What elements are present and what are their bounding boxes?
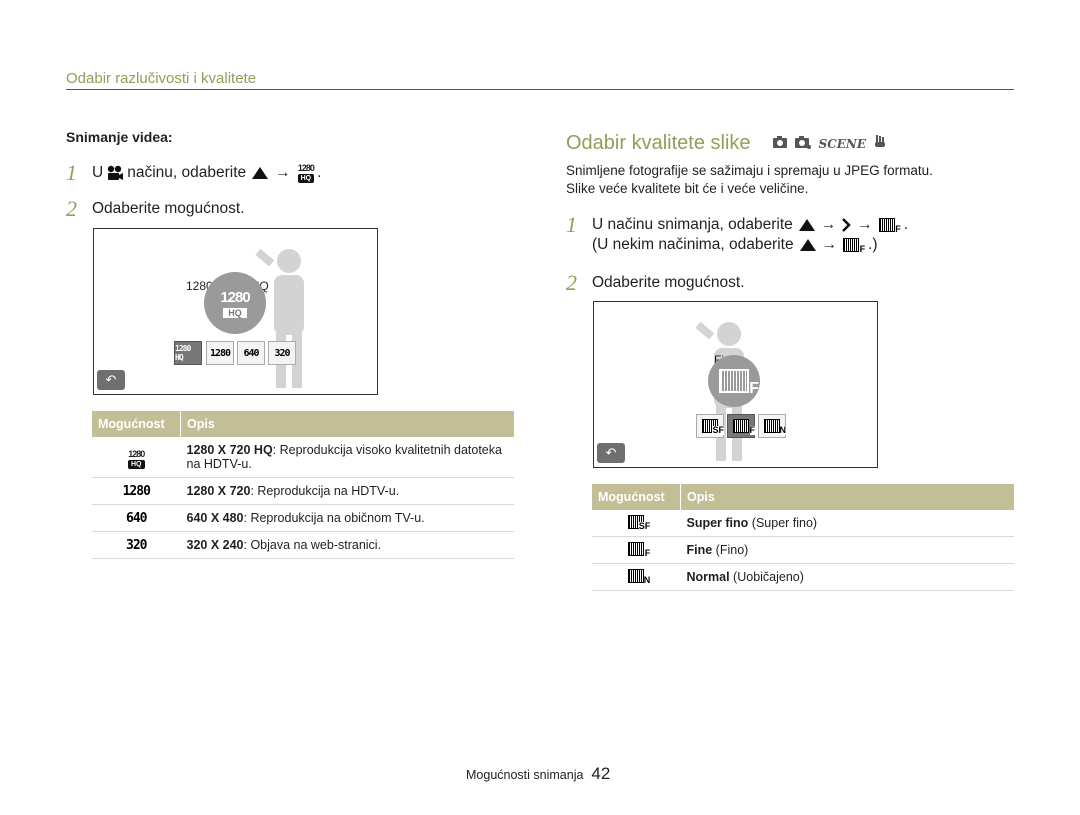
- table-row: 1280 1280 X 720: Reprodukcija na HDTV-u.: [92, 477, 514, 505]
- step-end: .: [903, 216, 909, 233]
- tile-1280[interactable]: 1280: [206, 341, 234, 365]
- up-triangle-icon: [252, 167, 269, 179]
- step-end: .: [317, 164, 322, 181]
- tile-super-fine[interactable]: SF: [696, 414, 724, 438]
- quality-super-fine-icon: SF: [592, 510, 681, 537]
- row-description: 1280 X 720 HQ: Reprodukcija visoko kvali…: [180, 437, 514, 478]
- intro-text: Snimljene fotografije se sažimaju i spre…: [566, 162, 933, 198]
- big-letter: F: [749, 380, 759, 397]
- selected-quality-circle: F: [708, 355, 760, 407]
- arrow: →: [275, 164, 291, 181]
- step-text-mid: načinu, odaberite: [127, 164, 247, 181]
- row-description: 640 X 480: Reprodukcija na običnom TV-u.: [180, 504, 514, 532]
- page-number: 42: [591, 764, 611, 783]
- step-1-photo: 1 U načinu snimanja, odaberite → → F .: [566, 212, 908, 238]
- page-footer: Mogućnosti snimanja 42: [466, 764, 610, 784]
- step-text: Odaberite mogućnost.: [592, 274, 745, 291]
- camera-screen-video: 1280 X 720 HQ 1280 HQ 1280 HQ 1280 640 3…: [93, 228, 378, 395]
- col-header-description: Opis: [180, 411, 514, 437]
- big-icon-top: 1280: [220, 288, 250, 306]
- step-text-pre: U: [92, 164, 104, 181]
- resolution-table: Mogućnost Opis 1280 HQ 1280 X 720 HQ: Rep…: [92, 411, 514, 559]
- row-description: Fine (Fino): [680, 536, 1014, 564]
- quality-table: Mogućnost Opis SF Super fino (Super fino…: [592, 484, 1014, 591]
- resolution-320-icon: 320: [92, 531, 181, 559]
- step-number: 1: [566, 212, 577, 237]
- header-rule: [66, 89, 1014, 90]
- step-text: (U nekim načinima, odaberite: [592, 236, 794, 253]
- big-icon-bottom: HQ: [223, 307, 247, 318]
- up-triangle-icon: [798, 219, 815, 231]
- tile-1280hq[interactable]: 1280 HQ: [174, 341, 202, 365]
- step-number: 2: [566, 270, 577, 295]
- selected-resolution-circle: 1280 HQ: [204, 272, 266, 334]
- table-row: F Fine (Fino): [592, 536, 1014, 564]
- col-header-description: Opis: [680, 484, 1014, 510]
- chevron-right-icon: [842, 218, 852, 232]
- tile-640[interactable]: 640: [237, 341, 265, 365]
- footer-section: Mogućnosti snimanja: [466, 768, 584, 782]
- figure-silhouette-icon: [255, 248, 304, 388]
- quality-fine-icon: F: [878, 218, 901, 234]
- scene-mode-icon: SCENE: [818, 136, 867, 151]
- table-row: SF Super fino (Super fino): [592, 510, 1014, 537]
- row-description: Super fino (Super fino): [680, 510, 1014, 537]
- video-mode-icon: [106, 165, 124, 181]
- step-text: U načinu snimanja, odaberite: [592, 216, 793, 233]
- table-row: N Normal (Uobičajeno): [592, 563, 1014, 591]
- table-row: 640 640 X 480: Reprodukcija na običnom T…: [92, 504, 514, 532]
- step-number: 2: [66, 196, 77, 221]
- tile-normal[interactable]: N: [758, 414, 786, 438]
- step-2-video: 2 Odaberite mogućnost.: [66, 196, 245, 222]
- camera-icon: [772, 136, 787, 151]
- intro-line-2: Slike veće kvalitete bit će i veće velič…: [566, 181, 809, 196]
- arrow: →: [820, 216, 837, 233]
- row-description: 1280 X 720: Reprodukcija na HDTV-u.: [180, 477, 514, 505]
- arrow: →: [857, 216, 873, 233]
- tile-fine[interactable]: F: [727, 414, 755, 438]
- step-1-video: 1 U načinu, odaberite → 1280 HQ .: [66, 160, 321, 186]
- step-1b-photo: (U nekim načinima, odaberite → F .): [592, 236, 878, 254]
- resolution-1280hq-icon: 1280 HQ: [297, 162, 315, 183]
- right-title: Odabir kvalitete slike SCENE: [566, 132, 886, 155]
- back-arrow-icon[interactable]: ↶: [597, 443, 625, 463]
- sub-heading: Snimanje videa:: [66, 129, 173, 145]
- step-end: .): [868, 236, 878, 253]
- resolution-640-icon: 640: [92, 504, 181, 532]
- col-header-option: Mogućnost: [92, 411, 181, 437]
- resolution-1280hq-icon: 1280 HQ: [92, 437, 181, 478]
- dual-is-icon: [874, 135, 886, 152]
- row-description: Normal (Uobičajeno): [680, 563, 1014, 591]
- step-text: Odaberite mogućnost.: [92, 200, 245, 217]
- smart-camera-icon: [794, 135, 811, 152]
- tile-320[interactable]: 320: [268, 341, 296, 365]
- up-triangle-icon: [799, 239, 816, 251]
- resolution-1280-icon: 1280: [92, 477, 181, 505]
- col-header-option: Mogućnost: [592, 484, 681, 510]
- quality-fine-icon: F: [843, 238, 866, 254]
- step-number: 1: [66, 160, 77, 185]
- camera-screen-photo: Fine F SF F N ↶: [593, 301, 878, 468]
- table-row: 1280 HQ 1280 X 720 HQ: Reprodukcija visok…: [92, 437, 514, 478]
- page-title: Odabir kvalitete slike: [566, 132, 751, 154]
- row-description: 320 X 240: Objava na web-stranici.: [180, 531, 514, 559]
- quality-normal-icon: N: [592, 563, 681, 591]
- table-row: 320 320 X 240: Objava na web-stranici.: [92, 531, 514, 559]
- quality-fine-icon: F: [592, 536, 681, 564]
- intro-line-1: Snimljene fotografije se sažimaju i spre…: [566, 163, 933, 178]
- arrow: →: [821, 236, 838, 253]
- step-2-photo: 2 Odaberite mogućnost.: [566, 270, 745, 296]
- back-arrow-icon[interactable]: ↶: [97, 370, 125, 390]
- section-title: Odabir razlučivosti i kvalitete: [66, 70, 257, 87]
